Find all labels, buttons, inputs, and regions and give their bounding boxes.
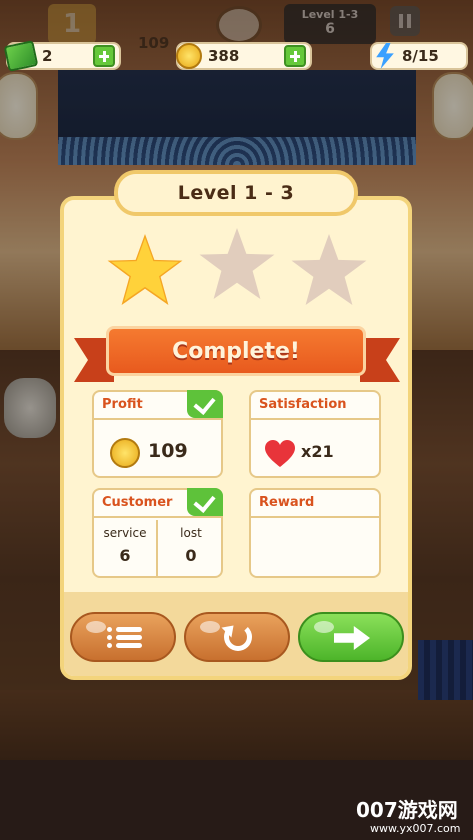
next-level-button[interactable] [298, 612, 404, 662]
watermark-url: www.yx007.com [370, 822, 461, 835]
coin-value: 388 [208, 47, 240, 65]
coin-icon [176, 43, 202, 69]
energy-counter: 8/15 [370, 42, 468, 70]
checkmark-icon [187, 488, 223, 516]
reward-label: Reward [259, 495, 315, 510]
customer-label: Customer [102, 495, 173, 510]
lost-label: lost [180, 526, 202, 540]
lost-column: lost 0 [159, 520, 223, 578]
satisfaction-card: Satisfaction x21 [249, 390, 381, 478]
add-coins-button[interactable] [284, 45, 306, 67]
list-icon [107, 627, 142, 649]
lightning-icon [376, 43, 394, 69]
watermark-text: 007游戏网 [356, 798, 458, 822]
energy-value: 8/15 [402, 47, 439, 65]
checkmark-icon [187, 390, 223, 418]
coin-counter: 388 [176, 42, 312, 70]
service-value: 6 [119, 546, 131, 565]
complete-banner: Complete! [106, 326, 366, 376]
satisfaction-value: x21 [301, 442, 334, 461]
satisfaction-label: Satisfaction [259, 397, 347, 412]
reward-card: Reward [249, 488, 381, 578]
lost-value: 0 [185, 546, 197, 565]
service-label: service [103, 526, 147, 540]
profit-card: Profit 109 [92, 390, 223, 478]
coin-icon [110, 438, 140, 468]
customer-card: Customer service 6 lost 0 [92, 488, 223, 578]
cash-icon [3, 40, 39, 72]
cash-counter: 2 [3, 40, 121, 72]
profit-label: Profit [102, 397, 143, 412]
service-column: service 6 [94, 520, 158, 578]
profit-value: 109 [148, 440, 188, 462]
heart-icon [265, 440, 295, 468]
level-list-button[interactable] [70, 612, 176, 662]
add-cash-button[interactable] [93, 45, 115, 67]
retry-icon [224, 623, 252, 651]
cash-value: 2 [42, 47, 53, 65]
arrow-right-icon [334, 626, 370, 650]
retry-button[interactable] [184, 612, 290, 662]
dialog-title: Level 1 - 3 [114, 170, 358, 216]
